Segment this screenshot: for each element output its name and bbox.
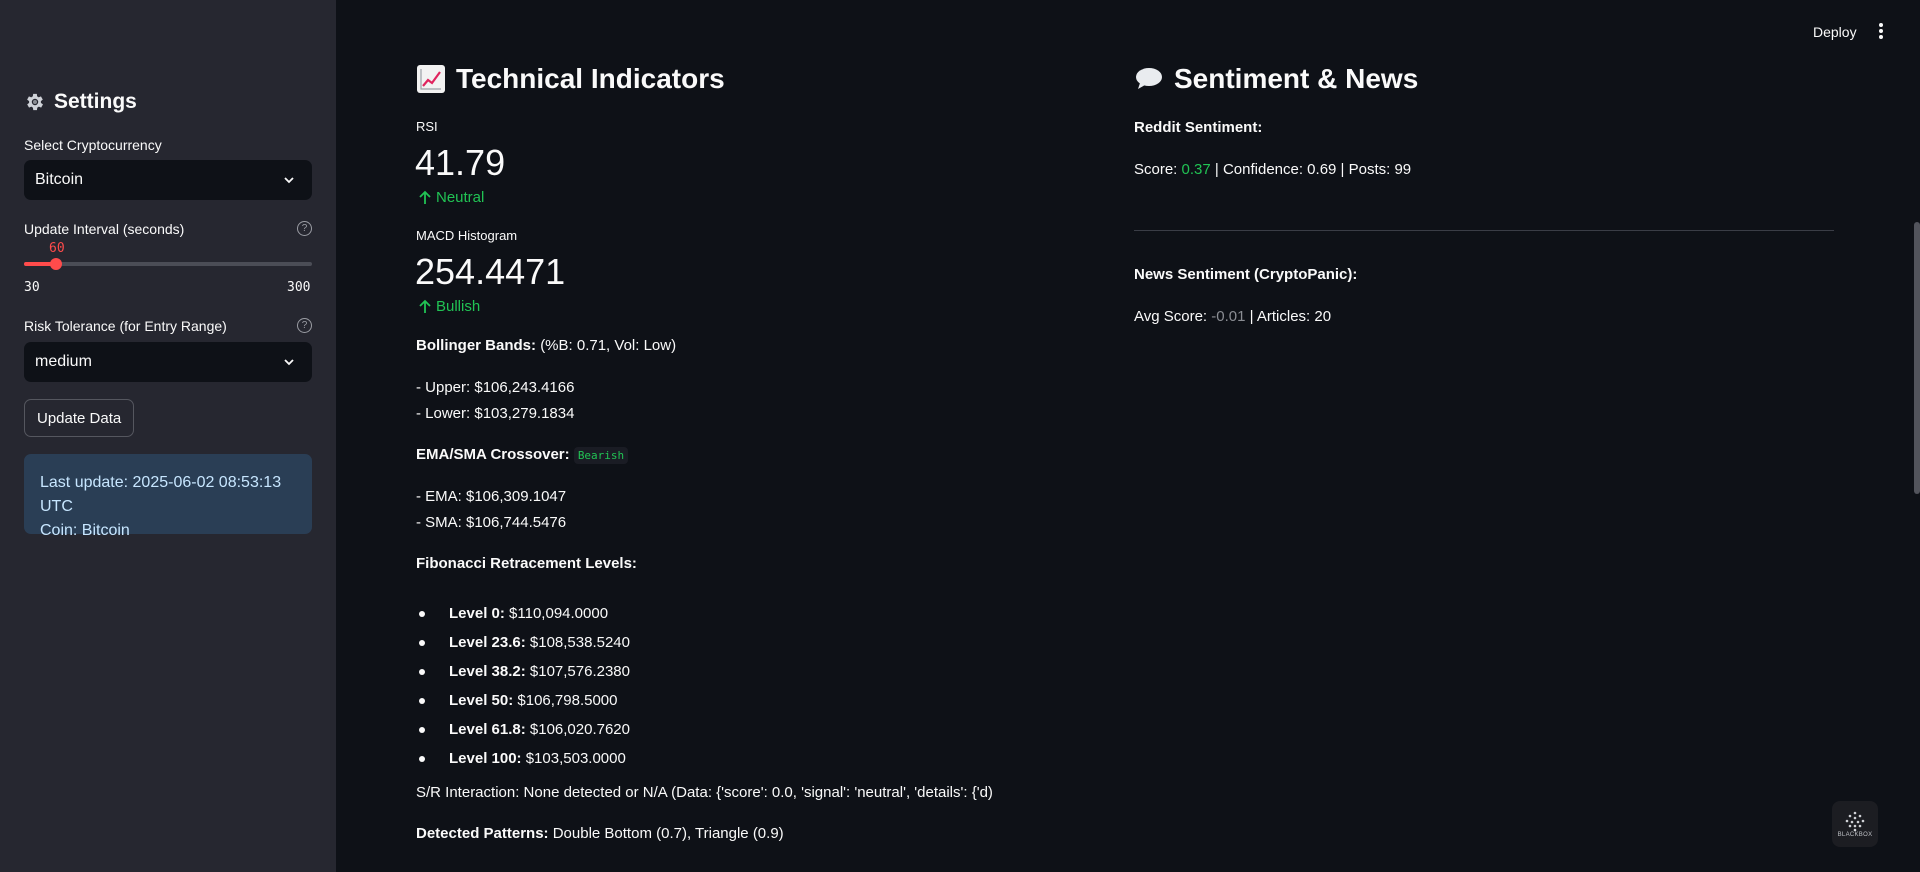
news-score: -0.01 bbox=[1211, 308, 1246, 325]
detected-patterns-label: Detected Patterns: bbox=[416, 825, 549, 842]
detected-patterns-value: Double Bottom (0.7), Triangle (0.9) bbox=[552, 825, 784, 842]
arrow-up-icon bbox=[419, 190, 431, 204]
rsi-delta: Neutral bbox=[418, 189, 484, 206]
arrow-up-icon bbox=[419, 299, 431, 313]
technical-indicators-heading: Technical Indicators bbox=[416, 63, 725, 95]
reddit-sentiment-heading: Reddit Sentiment: bbox=[1134, 119, 1263, 136]
info-box: Last update: 2025-06-02 08:53:13 UTC Coi… bbox=[24, 454, 312, 539]
ema-value: - EMA: $106,309.1047 bbox=[416, 488, 567, 505]
interval-slider-label: Update Interval (seconds) bbox=[24, 221, 185, 237]
list-item: Level 0: $110,094.0000 bbox=[416, 599, 630, 628]
chevron-down-icon bbox=[284, 177, 294, 184]
update-data-button[interactable]: Update Data bbox=[24, 399, 135, 437]
sentiment-news-heading: Sentiment & News bbox=[1134, 63, 1418, 95]
rsi-delta-text: Neutral bbox=[436, 189, 485, 206]
risk-select-label: Risk Tolerance (for Entry Range) bbox=[24, 318, 227, 334]
sidebar-title-text: Settings bbox=[54, 90, 137, 113]
help-icon[interactable]: ? bbox=[297, 221, 312, 236]
macd-delta: Bullish bbox=[418, 298, 480, 315]
speech-bubble-icon bbox=[1136, 68, 1162, 89]
macd-value: 254.4471 bbox=[415, 251, 566, 292]
technical-indicators-title: Technical Indicators bbox=[456, 63, 725, 94]
interval-slider-track[interactable] bbox=[24, 262, 312, 266]
detected-patterns-line: Detected Patterns: Double Bottom (0.7), … bbox=[416, 825, 784, 842]
help-icon[interactable]: ? bbox=[297, 318, 312, 333]
interval-slider-value: 60 bbox=[49, 241, 65, 256]
crypto-select-value: Bitcoin bbox=[35, 171, 84, 188]
news-sentiment-heading: News Sentiment (CryptoPanic): bbox=[1134, 266, 1358, 283]
rsi-label: RSI bbox=[416, 119, 438, 134]
crypto-select-label: Select Cryptocurrency bbox=[24, 137, 162, 153]
chart-increasing-icon bbox=[417, 65, 445, 93]
bollinger-upper: - Upper: $106,243.4166 bbox=[416, 379, 575, 396]
macd-label: MACD Histogram bbox=[416, 228, 518, 243]
bollinger-bands-detail: (%B: 0.71, Vol: Low) bbox=[540, 337, 677, 354]
list-item: Level 38.2: $107,576.2380 bbox=[416, 657, 630, 686]
sidebar: Settings Select Cryptocurrency Bitcoin U… bbox=[0, 0, 336, 872]
blackbox-logo[interactable]: BLACKBOX bbox=[1832, 801, 1878, 847]
reddit-sentiment-line: Score: 0.37 | Confidence: 0.69 | Posts: … bbox=[1134, 161, 1412, 178]
sma-value: - SMA: $106,744.5476 bbox=[416, 514, 567, 531]
risk-select-value: medium bbox=[35, 353, 92, 370]
list-item: Level 50: $106,798.5000 bbox=[416, 686, 630, 715]
news-sentiment-line: Avg Score: -0.01 | Articles: 20 bbox=[1134, 308, 1332, 325]
reddit-score: 0.37 bbox=[1181, 161, 1211, 178]
crypto-select[interactable]: Bitcoin bbox=[24, 160, 312, 200]
sidebar-title: Settings bbox=[24, 90, 137, 114]
macd-delta-text: Bullish bbox=[436, 298, 481, 315]
blackbox-logo-icon bbox=[1845, 811, 1865, 832]
info-last-update: Last update: 2025-06-02 08:53:13 UTC bbox=[40, 474, 282, 515]
divider bbox=[1134, 230, 1834, 231]
interval-slider-min: 30 bbox=[24, 280, 40, 295]
scrollbar[interactable] bbox=[1914, 222, 1920, 494]
blackbox-logo-text: BLACKBOX bbox=[1837, 832, 1873, 838]
list-item: Level 61.8: $106,020.7620 bbox=[416, 715, 630, 744]
fibonacci-list: Level 0: $110,094.0000 Level 23.6: $108,… bbox=[416, 599, 630, 773]
ema-sma-crossover-label: EMA/SMA Crossover: bbox=[416, 446, 570, 463]
sr-interaction-text: S/R Interaction: None detected or N/A (D… bbox=[416, 784, 993, 801]
bollinger-bands-line: Bollinger Bands: (%B: 0.71, Vol: Low) bbox=[416, 337, 676, 354]
sentiment-news-title: Sentiment & News bbox=[1174, 63, 1419, 94]
risk-select[interactable]: medium bbox=[24, 342, 312, 382]
info-coin: Coin: Bitcoin bbox=[40, 522, 130, 539]
gear-icon bbox=[27, 93, 43, 111]
ema-sma-signal-badge: Bearish bbox=[573, 447, 629, 464]
chevron-down-icon bbox=[284, 359, 294, 366]
more-menu-icon[interactable] bbox=[1876, 23, 1886, 41]
ema-sma-crossover-line: EMA/SMA Crossover: Bearish bbox=[416, 446, 629, 464]
interval-slider-max: 300 bbox=[287, 280, 311, 295]
list-item: Level 100: $103,503.0000 bbox=[416, 744, 630, 773]
deploy-button[interactable]: Deploy bbox=[1813, 24, 1857, 40]
bollinger-lower: - Lower: $103,279.1834 bbox=[416, 405, 575, 422]
fibonacci-heading: Fibonacci Retracement Levels: bbox=[416, 555, 637, 572]
bollinger-bands-label: Bollinger Bands: bbox=[416, 337, 537, 354]
rsi-value: 41.79 bbox=[415, 142, 506, 183]
list-item: Level 23.6: $108,538.5240 bbox=[416, 628, 630, 657]
interval-slider-handle[interactable] bbox=[50, 258, 62, 270]
